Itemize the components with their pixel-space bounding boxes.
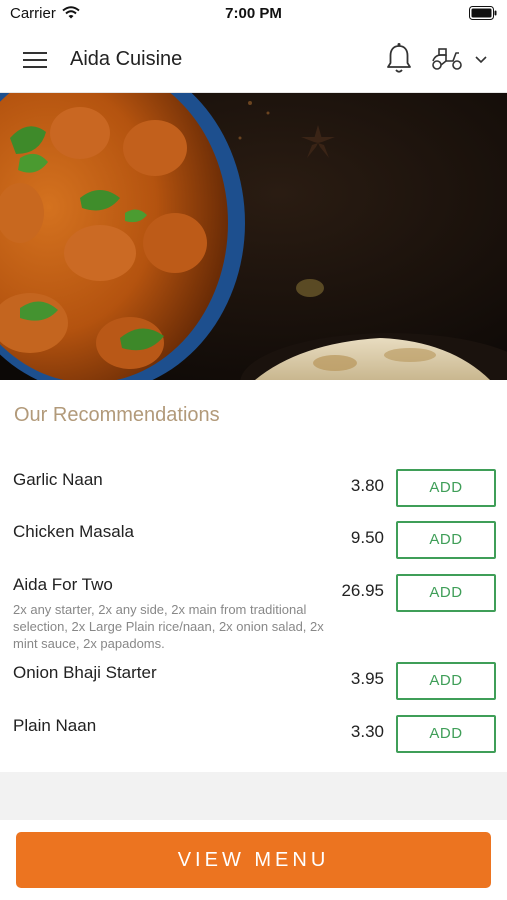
add-button[interactable]: ADD — [396, 715, 496, 753]
page-title: Aida Cuisine — [70, 48, 183, 70]
item-name: Onion Bhaji Starter — [13, 663, 157, 682]
list-item: Aida For Two 2x any starter, 2x any side… — [0, 565, 507, 653]
item-description: 2x any starter, 2x any side, 2x main fro… — [13, 602, 324, 651]
add-button[interactable]: ADD — [396, 469, 496, 507]
add-button[interactable]: ADD — [396, 521, 496, 559]
bell-icon[interactable] — [385, 42, 413, 76]
list-item: Chicken Masala 9.50 ADD — [0, 512, 507, 565]
item-price: 3.80 — [350, 476, 384, 495]
add-button[interactable]: ADD — [396, 574, 496, 612]
status-time: 7:00 PM — [225, 5, 282, 22]
hamburger-menu-icon[interactable] — [22, 48, 48, 72]
item-price: 9.50 — [350, 528, 384, 547]
item-name: Chicken Masala — [13, 522, 134, 541]
footer: VIEW MENU — [0, 820, 507, 900]
scooter-delivery-icon[interactable] — [430, 46, 464, 72]
chevron-down-icon[interactable] — [473, 52, 489, 66]
item-name: Garlic Naan — [13, 470, 103, 489]
item-name: Plain Naan — [13, 716, 97, 735]
list-item: Onion Bhaji Starter 3.95 ADD — [0, 653, 507, 706]
section-title: Our Recommendations — [14, 404, 220, 426]
item-price: 3.95 — [350, 669, 384, 688]
recommendations-list: Garlic Naan 3.80 ADD Chicken Masala 9.50… — [0, 460, 507, 759]
list-item: Garlic Naan 3.80 ADD — [0, 460, 507, 512]
status-bar: Carrier 7:00 PM — [0, 0, 507, 28]
battery-icon — [469, 6, 497, 25]
view-menu-button[interactable]: VIEW MENU — [16, 832, 491, 888]
nav-bar: Aida Cuisine — [0, 28, 507, 93]
item-price: 26.95 — [341, 581, 384, 600]
item-price: 3.30 — [350, 722, 384, 741]
list-item: Plain Naan 3.30 ADD — [0, 706, 507, 759]
add-button[interactable]: ADD — [396, 662, 496, 700]
item-name: Aida For Two — [13, 575, 113, 594]
content-footer-spacer — [0, 772, 507, 820]
food-banner-image — [0, 93, 507, 380]
